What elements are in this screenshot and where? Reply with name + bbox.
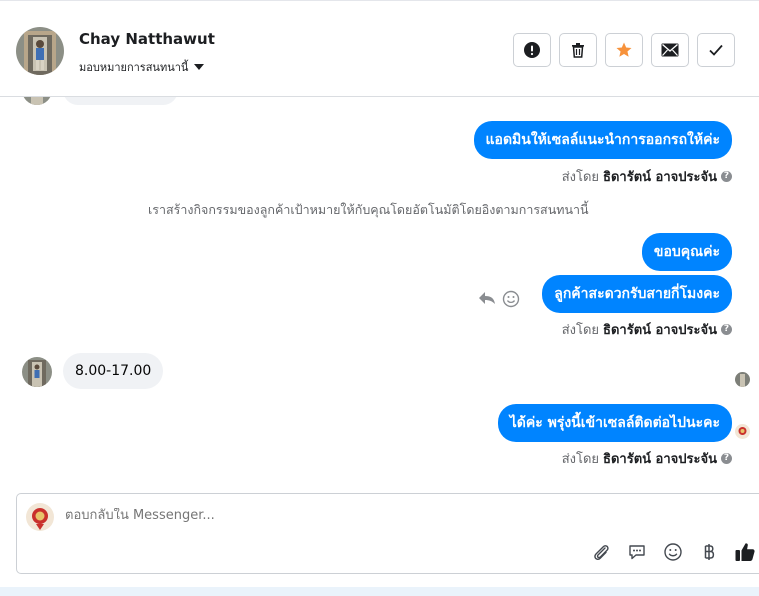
message-thread[interactable]: แอดมินให้เซลล์แนะนำการออกรถให้ค่ะ ส่งโดย… <box>0 97 759 492</box>
question-icon[interactable]: ? <box>721 171 732 182</box>
follow-up-button[interactable] <box>605 33 643 67</box>
sent-by-line: ส่งโดย ธิดารัตน์ อาจประจัน ? <box>562 166 732 187</box>
outgoing-message-bubble[interactable]: ได้ค่ะ พรุ่งนี้เข้าเซลล์ติดต่อไปนะคะ <box>497 404 732 442</box>
contact-avatar-small <box>22 357 52 387</box>
sent-by-prefix: ส่งโดย <box>561 452 600 467</box>
checkmark-icon <box>709 44 723 56</box>
contact-avatar[interactable] <box>16 27 64 75</box>
inbox-conversation-panel: Chay Natthawut มอบหมายการสนทนานี้ แอดมิน… <box>0 0 759 596</box>
mark-unread-button[interactable] <box>651 33 689 67</box>
footer-strip <box>0 587 759 596</box>
delete-button[interactable] <box>559 33 597 67</box>
sender-name: ธิดารัตน์ อาจประจัน <box>603 323 717 338</box>
reply-icon[interactable] <box>478 290 496 310</box>
page-avatar-small <box>735 424 750 439</box>
contact-name[interactable]: Chay Natthawut <box>79 30 215 48</box>
sender-name: ธิดารัตน์ อาจประจัน <box>603 170 717 185</box>
sent-by-prefix: ส่งโดย <box>561 170 600 185</box>
top-divider <box>0 0 759 1</box>
question-icon[interactable]: ? <box>721 324 732 335</box>
header-actions <box>513 33 735 67</box>
sent-by-prefix: ส่งโดย <box>561 323 600 338</box>
paperclip-icon[interactable] <box>589 540 613 564</box>
assign-label: มอบหมายการสนทนานี้ <box>79 61 189 74</box>
system-notice: เราสร้างกิจกรรมของลูกค้าเป้าหมายให้กับคุ… <box>148 202 589 217</box>
sent-by-line: ส่งโดย ธิดารัตน์ อาจประจัน ? <box>562 448 732 469</box>
mark-spam-button[interactable] <box>513 33 551 67</box>
outgoing-message-bubble[interactable]: แอดมินให้เซลล์แนะนำการออกรถให้ค่ะ <box>473 121 732 159</box>
saved-reply-icon[interactable] <box>625 540 649 564</box>
baht-icon[interactable] <box>697 540 721 564</box>
question-icon[interactable]: ? <box>721 453 732 464</box>
sent-by-line: ส่งโดย ธิดารัตน์ อาจประจัน ? <box>562 319 732 340</box>
incoming-message-bubble[interactable]: 8.00-17.00 <box>63 353 164 389</box>
mark-done-button[interactable] <box>697 33 735 67</box>
caret-down-icon <box>194 64 205 70</box>
trash-icon <box>572 43 584 58</box>
exclamation-icon <box>524 42 540 58</box>
incoming-message-bubble-partial <box>63 97 178 105</box>
page-avatar <box>26 503 54 531</box>
sender-name: ธิดารัตน์ อาจประจัน <box>603 452 717 467</box>
contact-avatar-small <box>22 97 52 105</box>
emoji-react-icon[interactable] <box>502 290 520 312</box>
assign-conversation-dropdown[interactable]: มอบหมายการสนทนานี้ <box>79 58 205 76</box>
composer-toolbar <box>589 540 757 564</box>
outgoing-message-bubble[interactable]: ขอบคุณค่ะ <box>641 233 732 271</box>
outgoing-message-bubble[interactable]: ลูกค้าสะดวกรับสายกี่โมงคะ <box>542 275 732 313</box>
emoji-icon[interactable] <box>661 540 685 564</box>
thumbs-up-icon[interactable] <box>733 540 757 564</box>
envelope-icon <box>661 43 679 57</box>
seen-receipt-avatar <box>735 372 750 387</box>
star-icon <box>616 42 632 57</box>
reply-composer <box>16 493 759 574</box>
conversation-header: Chay Natthawut มอบหมายการสนทนานี้ <box>0 4 759 97</box>
reply-input[interactable] <box>65 508 585 523</box>
